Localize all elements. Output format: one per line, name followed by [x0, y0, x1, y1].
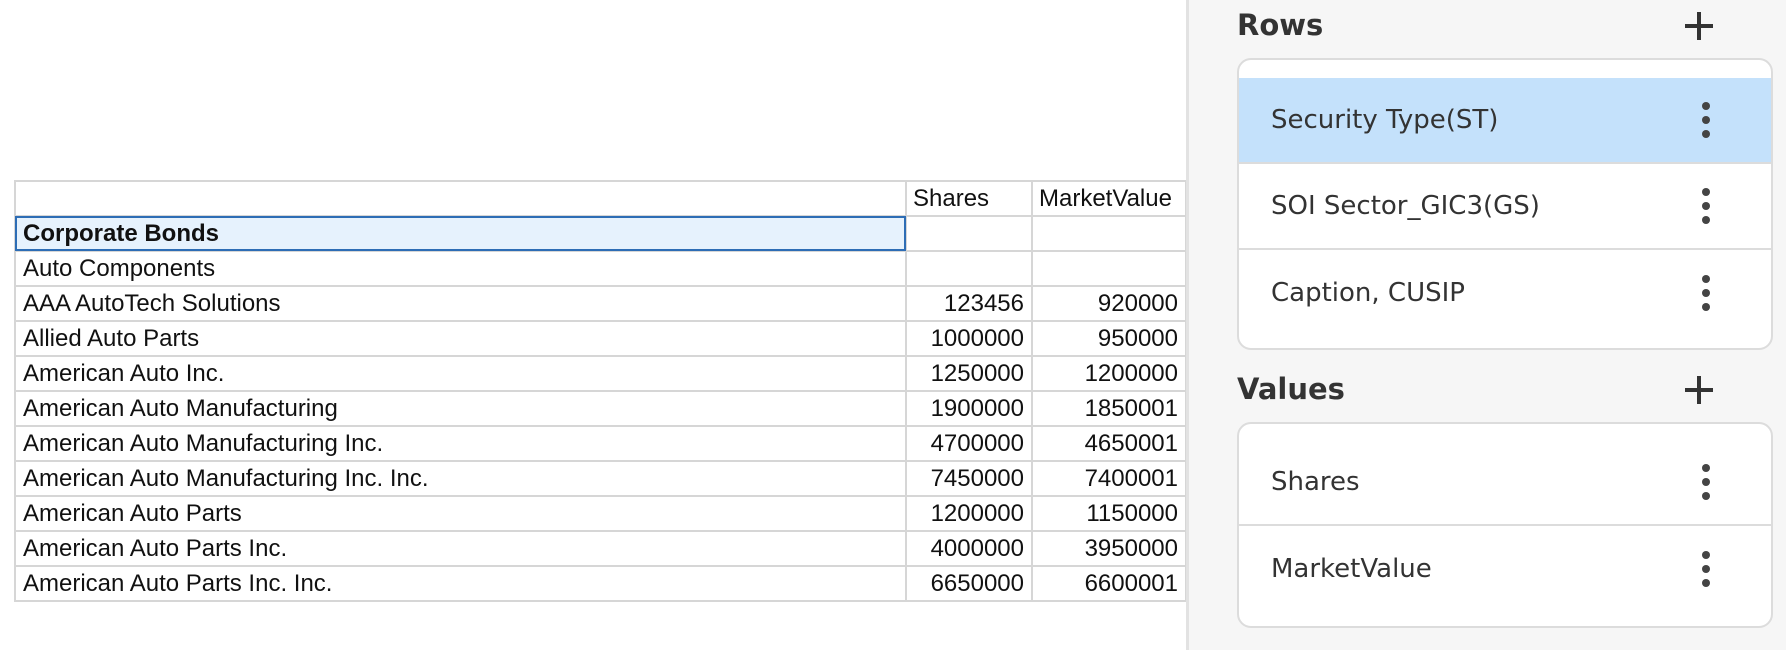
market-value-cell[interactable]: 920000	[1031, 285, 1187, 322]
plus-icon	[1685, 12, 1713, 40]
market-value-cell[interactable]: 4650001	[1031, 425, 1187, 462]
shares-cell[interactable]: 123456	[905, 285, 1033, 322]
field-label: Caption, CUSIP	[1271, 278, 1465, 308]
table-row[interactable]: American Auto Manufacturing 1900000 1850…	[14, 390, 1187, 427]
shares-cell[interactable]	[905, 215, 1033, 252]
table-row[interactable]: American Auto Parts Inc. 4000000 3950000	[14, 530, 1187, 567]
value-field-market-value[interactable]: MarketValue	[1239, 526, 1771, 612]
pivot-grid-area: Shares MarketValue Corporate Bonds Auto …	[0, 0, 1188, 650]
row-label-cell[interactable]: Corporate Bonds	[14, 215, 907, 252]
field-label: Shares	[1271, 467, 1360, 497]
row-label-cell[interactable]: AAA AutoTech Solutions	[14, 285, 907, 322]
value-field-shares[interactable]: Shares	[1239, 440, 1771, 526]
market-value-cell[interactable]: 1850001	[1031, 390, 1187, 427]
kebab-menu-icon[interactable]	[1696, 102, 1716, 138]
table-row[interactable]: AAA AutoTech Solutions 123456 920000	[14, 285, 1187, 322]
pivot-fields-panel: Rows Security Type(ST) SOI Sector_GIC3(G…	[1189, 0, 1786, 650]
add-value-field-button[interactable]	[1677, 368, 1721, 412]
shares-cell[interactable]: 1200000	[905, 495, 1033, 532]
market-value-cell[interactable]	[1031, 215, 1187, 252]
row-field-caption-cusip[interactable]: Caption, CUSIP	[1239, 250, 1771, 336]
market-value-cell[interactable]: 3950000	[1031, 530, 1187, 567]
values-field-list: Shares MarketValue	[1237, 422, 1773, 628]
field-label: MarketValue	[1271, 554, 1432, 584]
values-section-title: Values	[1237, 372, 1345, 406]
shares-cell[interactable]: 6650000	[905, 565, 1033, 602]
rows-section-title: Rows	[1237, 8, 1324, 42]
table-row[interactable]: American Auto Parts Inc. Inc. 6650000 66…	[14, 565, 1187, 602]
table-row[interactable]: American Auto Manufacturing Inc. Inc. 74…	[14, 460, 1187, 497]
row-label-cell[interactable]: American Auto Parts Inc.	[14, 530, 907, 567]
shares-cell[interactable]: 1900000	[905, 390, 1033, 427]
field-label: Security Type(ST)	[1271, 105, 1499, 135]
row-label-cell[interactable]: American Auto Parts	[14, 495, 907, 532]
rows-field-list: Security Type(ST) SOI Sector_GIC3(GS) Ca…	[1237, 58, 1773, 350]
table-row[interactable]: Corporate Bonds	[14, 215, 1187, 252]
market-value-cell[interactable]: 950000	[1031, 320, 1187, 357]
market-value-cell[interactable]: 1150000	[1031, 495, 1187, 532]
row-field-soi-sector[interactable]: SOI Sector_GIC3(GS)	[1239, 164, 1771, 250]
kebab-menu-icon[interactable]	[1696, 464, 1716, 500]
kebab-menu-icon[interactable]	[1696, 188, 1716, 224]
market-value-cell[interactable]: 6600001	[1031, 565, 1187, 602]
shares-cell[interactable]: 4000000	[905, 530, 1033, 567]
header-cell-shares[interactable]: Shares	[905, 180, 1033, 217]
table-row[interactable]: Allied Auto Parts 1000000 950000	[14, 320, 1187, 357]
market-value-cell[interactable]: 7400001	[1031, 460, 1187, 497]
kebab-menu-icon[interactable]	[1696, 551, 1716, 587]
shares-cell[interactable]: 7450000	[905, 460, 1033, 497]
table-row[interactable]: Auto Components	[14, 250, 1187, 287]
shares-cell[interactable]	[905, 250, 1033, 287]
table-row[interactable]: American Auto Manufacturing Inc. 4700000…	[14, 425, 1187, 462]
shares-cell[interactable]: 4700000	[905, 425, 1033, 462]
header-cell-label	[14, 180, 907, 217]
market-value-cell[interactable]: 1200000	[1031, 355, 1187, 392]
field-label: SOI Sector_GIC3(GS)	[1271, 191, 1540, 221]
header-row: Shares MarketValue	[14, 180, 1187, 217]
table-row[interactable]: American Auto Parts 1200000 1150000	[14, 495, 1187, 532]
row-label-cell[interactable]: American Auto Parts Inc. Inc.	[14, 565, 907, 602]
plus-icon	[1685, 376, 1713, 404]
table-row[interactable]: American Auto Inc. 1250000 1200000	[14, 355, 1187, 392]
row-label-cell[interactable]: Auto Components	[14, 250, 907, 287]
row-field-security-type[interactable]: Security Type(ST)	[1239, 78, 1771, 164]
shares-cell[interactable]: 1000000	[905, 320, 1033, 357]
pivot-table: Shares MarketValue Corporate Bonds Auto …	[14, 180, 1187, 602]
header-cell-market-value[interactable]: MarketValue	[1031, 180, 1187, 217]
row-label-cell[interactable]: American Auto Manufacturing Inc.	[14, 425, 907, 462]
row-label-cell[interactable]: American Auto Inc.	[14, 355, 907, 392]
market-value-cell[interactable]	[1031, 250, 1187, 287]
row-label-cell[interactable]: American Auto Manufacturing Inc. Inc.	[14, 460, 907, 497]
add-row-field-button[interactable]	[1677, 4, 1721, 48]
kebab-menu-icon[interactable]	[1696, 275, 1716, 311]
shares-cell[interactable]: 1250000	[905, 355, 1033, 392]
row-label-cell[interactable]: Allied Auto Parts	[14, 320, 907, 357]
row-label-cell[interactable]: American Auto Manufacturing	[14, 390, 907, 427]
